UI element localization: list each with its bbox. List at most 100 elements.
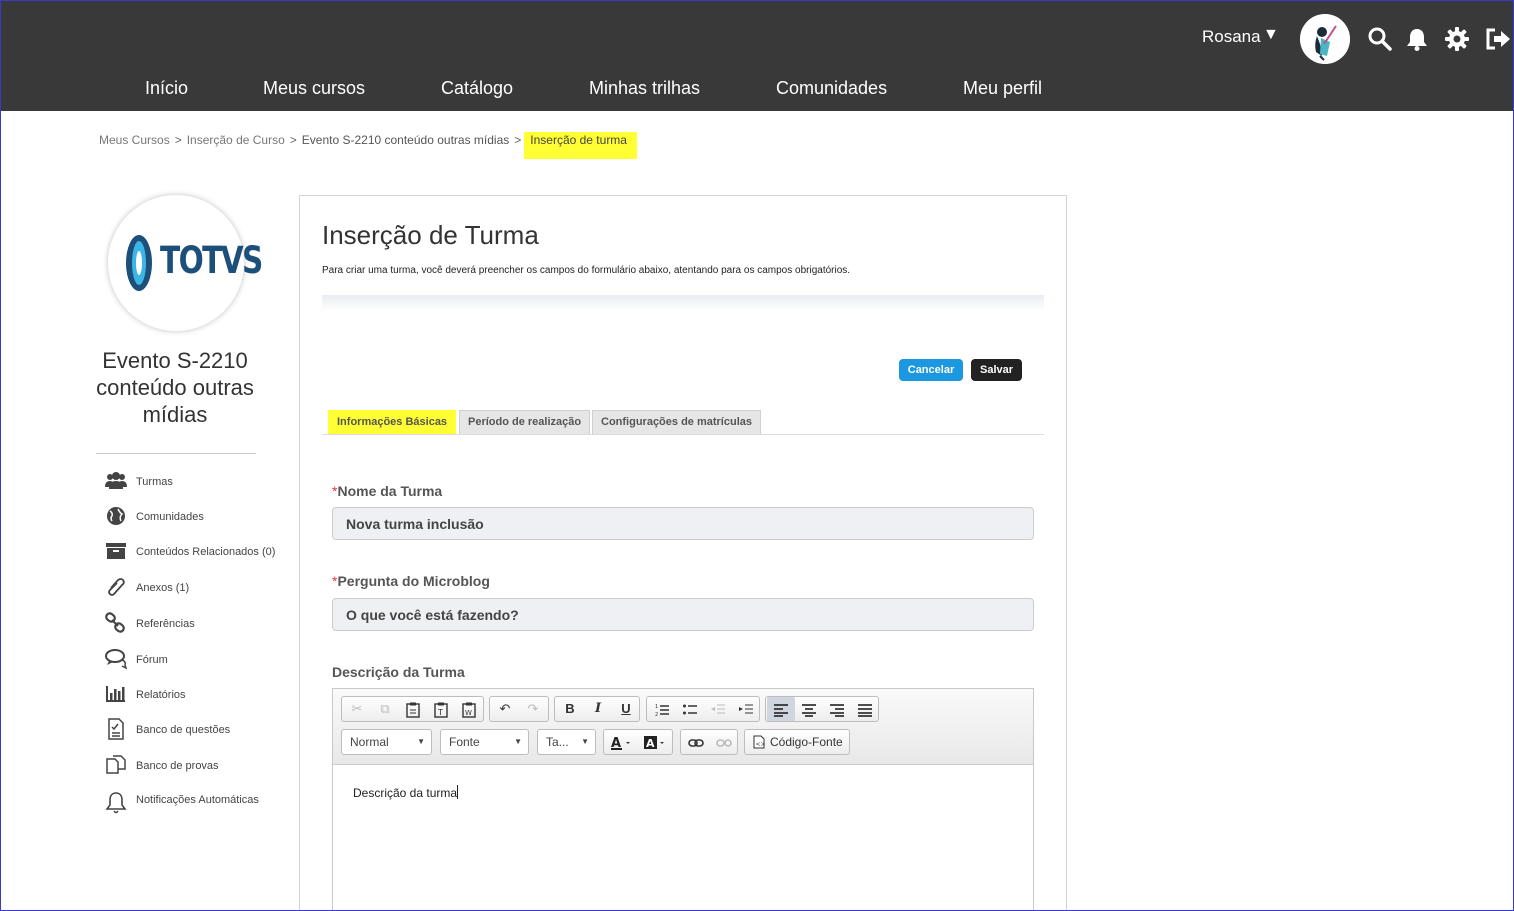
- nav-meus-cursos[interactable]: Meus cursos: [263, 78, 365, 99]
- history-group: ↶ ↷: [489, 696, 549, 722]
- sidebar-item-label: Turmas: [136, 476, 173, 488]
- background-color-icon[interactable]: A: [640, 730, 672, 754]
- nav-comunidades[interactable]: Comunidades: [776, 78, 887, 99]
- sidebar-item-referencias[interactable]: Referências: [104, 612, 294, 636]
- format-select-value: Normal: [350, 735, 389, 749]
- sidebar-item-label: Relatórios: [136, 689, 186, 701]
- sidebar-item-label: Banco de provas: [136, 760, 219, 772]
- paste-text-icon[interactable]: T: [427, 697, 455, 721]
- users-icon: [104, 470, 128, 492]
- nav-meu-perfil[interactable]: Meu perfil: [963, 78, 1042, 99]
- cancel-button[interactable]: Cancelar: [899, 359, 963, 381]
- size-select[interactable]: Ta... ▼: [537, 729, 596, 755]
- align-right-icon[interactable]: [823, 697, 851, 721]
- sidebar-item-label: Anexos (1): [136, 582, 190, 594]
- font-select-value: Fonte: [449, 735, 480, 749]
- gear-icon[interactable]: [1444, 26, 1470, 52]
- user-menu-caret-icon[interactable]: ▼: [1263, 26, 1279, 44]
- justify-icon[interactable]: [851, 697, 879, 721]
- nome-turma-input[interactable]: [332, 507, 1034, 540]
- indent-icon[interactable]: [732, 697, 760, 721]
- unlink-icon[interactable]: [710, 730, 738, 754]
- sidebar-item-conteudos[interactable]: Conteúdos Relacionados (0): [104, 540, 294, 564]
- pergunta-microblog-input[interactable]: [332, 598, 1034, 631]
- tabs-divider: [322, 434, 1044, 435]
- sidebar-item-label: Referências: [136, 618, 195, 630]
- sidebar-item-label: Conteúdos Relacionados (0): [136, 546, 276, 558]
- sidebar-item-forum[interactable]: Fórum: [104, 648, 294, 672]
- underline-button[interactable]: U: [612, 697, 640, 721]
- svg-text:T: T: [437, 708, 443, 717]
- editor-text: Descrição da turma: [353, 786, 458, 800]
- list-group: 12: [646, 696, 760, 722]
- globe-icon: [104, 505, 128, 527]
- comments-icon: [104, 648, 128, 670]
- align-left-icon[interactable]: [767, 697, 795, 721]
- editor-content[interactable]: Descrição da turma: [353, 785, 459, 800]
- chevron-down-icon: ▼: [514, 737, 522, 746]
- tab-informacoes-basicas[interactable]: Informações Básicas: [328, 410, 457, 434]
- align-center-icon[interactable]: [795, 697, 823, 721]
- archive-icon: [104, 540, 128, 562]
- font-select[interactable]: Fonte ▼: [440, 729, 529, 755]
- breadcrumb-evento[interactable]: Evento S-2210 conteúdo outras mídias: [302, 133, 509, 147]
- sidebar-item-relatorios[interactable]: Relatórios: [104, 683, 294, 707]
- breadcrumb-separator: >: [289, 133, 297, 147]
- undo-icon[interactable]: ↶: [491, 697, 519, 721]
- bell-outline-icon: [104, 788, 128, 814]
- avatar[interactable]: [1300, 14, 1350, 64]
- tab-configuracoes-matriculas[interactable]: Configurações de matrículas: [592, 410, 761, 434]
- size-select-value: Ta...: [546, 735, 569, 749]
- course-logo: TOTVS: [108, 195, 263, 331]
- sidebar-item-banco-provas[interactable]: Banco de provas: [104, 754, 294, 778]
- sidebar-item-label: Comunidades: [136, 511, 204, 523]
- save-button[interactable]: Salvar: [971, 359, 1022, 381]
- totvs-logo-text: TOTVS: [160, 239, 263, 282]
- bell-icon[interactable]: [1404, 26, 1430, 52]
- svg-text:W: W: [465, 709, 472, 717]
- numbered-list-icon[interactable]: 12: [648, 697, 676, 721]
- source-button[interactable]: <> Código-Fonte: [744, 729, 850, 755]
- bar-chart-icon: [104, 683, 128, 705]
- outdent-icon[interactable]: [704, 697, 732, 721]
- cut-icon[interactable]: ✂: [343, 697, 371, 721]
- paste-word-icon[interactable]: W: [455, 697, 483, 721]
- sidebar-item-anexos[interactable]: Anexos (1): [104, 576, 294, 600]
- svg-text:<>: <>: [756, 741, 766, 748]
- copy-icon[interactable]: ⧉: [371, 697, 399, 721]
- align-group: [765, 696, 879, 722]
- breadcrumb-meus-cursos[interactable]: Meus Cursos: [99, 133, 170, 147]
- bold-button[interactable]: B: [556, 697, 584, 721]
- link-icon[interactable]: [682, 730, 710, 754]
- sidebar-item-notificacoes[interactable]: Notificações Automáticas: [104, 788, 294, 814]
- user-name[interactable]: Rosana: [1202, 27, 1261, 47]
- nav-inicio[interactable]: Início: [145, 78, 188, 99]
- sidebar-item-turmas[interactable]: Turmas: [104, 470, 294, 494]
- paste-icon[interactable]: [399, 697, 427, 721]
- descricao-turma-label: Descrição da Turma: [332, 664, 465, 680]
- logout-icon[interactable]: [1484, 26, 1510, 52]
- italic-button[interactable]: I: [584, 697, 612, 721]
- text-color-icon[interactable]: A: [606, 730, 638, 754]
- nav-minhas-trilhas[interactable]: Minhas trilhas: [589, 78, 700, 99]
- nome-turma-label: *Nome da Turma: [332, 483, 442, 499]
- nav-catalogo[interactable]: Catálogo: [441, 78, 513, 99]
- svg-text:1: 1: [655, 704, 658, 710]
- bullet-list-icon[interactable]: [676, 697, 704, 721]
- svg-text:2: 2: [655, 712, 658, 717]
- redo-icon[interactable]: ↷: [519, 697, 547, 721]
- source-file-icon: <>: [753, 735, 766, 754]
- format-select[interactable]: Normal ▼: [341, 729, 432, 755]
- source-button-label: Código-Fonte: [770, 735, 843, 749]
- header-shade: [322, 295, 1044, 311]
- breadcrumb-insercao-curso[interactable]: Inserção de Curso: [187, 133, 285, 147]
- breadcrumb-separator: >: [174, 133, 182, 147]
- sidebar-item-banco-questoes[interactable]: Banco de questões: [104, 718, 294, 742]
- tab-periodo-realizacao[interactable]: Período de realização: [459, 410, 591, 434]
- breadcrumb-separator: >: [514, 133, 522, 147]
- search-icon[interactable]: [1367, 26, 1393, 52]
- editor-toolbar: ✂ ⧉ T W ↶ ↷ B I U 12 Normal ▼ Fonte ▼ Ta…: [333, 689, 1033, 765]
- breadcrumb: Meus Cursos > Inserção de Curso > Evento S-2…: [99, 132, 637, 159]
- sidebar-item-comunidades[interactable]: Comunidades: [104, 505, 294, 529]
- page-title: Inserção de Turma: [322, 220, 539, 250]
